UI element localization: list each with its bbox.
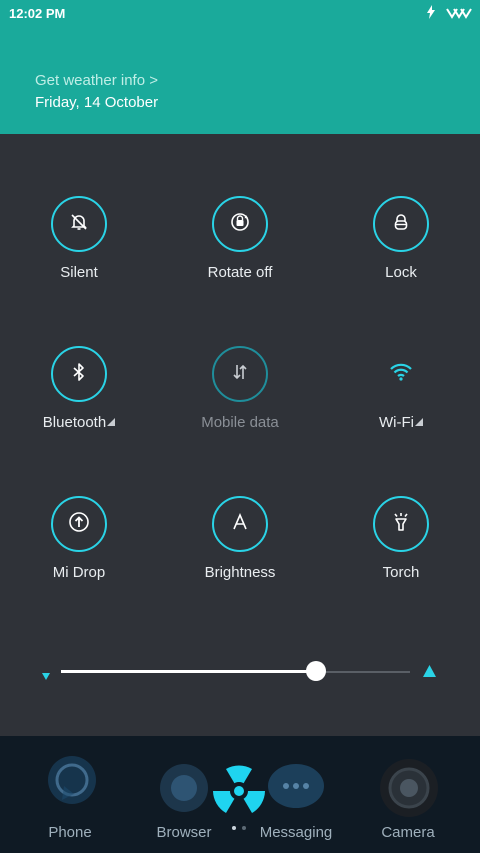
toggle-label: Wi-Fi — [326, 414, 476, 431]
toggle-mobile-data-button[interactable] — [212, 346, 268, 402]
brightness-low-icon — [42, 667, 50, 685]
toggle-torch-button[interactable] — [373, 496, 429, 552]
toggle-brightness-button[interactable] — [212, 496, 268, 552]
wifi-icon — [389, 362, 413, 387]
brightness-slider[interactable] — [0, 650, 480, 690]
toggle-label-text: Wi-Fi — [379, 414, 414, 431]
mobile-data-icon — [231, 362, 249, 387]
toggle-mi-drop[interactable]: Mi Drop — [4, 496, 154, 581]
toggle-label: Silent — [60, 264, 98, 281]
weather-info-link[interactable]: Get weather info > — [35, 72, 158, 89]
dock-label: Messaging — [259, 824, 333, 841]
toggle-rotate[interactable]: Rotate off — [165, 196, 315, 281]
brightness-high-icon — [423, 664, 436, 682]
dock-label: Camera — [381, 824, 435, 841]
date-text: Friday, 14 October — [35, 94, 159, 111]
page-dot — [242, 826, 246, 830]
toggle-silent[interactable]: Silent — [4, 196, 154, 281]
camera-app-icon[interactable] — [374, 748, 444, 818]
toggle-torch[interactable]: Torch — [326, 496, 476, 581]
toggle-lock-button[interactable] — [373, 196, 429, 252]
radiation-shortcut-icon[interactable] — [204, 756, 274, 826]
slider-fill — [61, 670, 316, 673]
toggle-lock[interactable]: Lock — [326, 196, 476, 281]
expand-triangle-icon[interactable] — [414, 418, 423, 426]
toggle-mi-drop-button[interactable] — [51, 496, 107, 552]
quick-settings-panel: Silent Rotate off Lock Bluetooth Mobile … — [0, 134, 480, 734]
toggle-brightness[interactable]: Brightness — [165, 496, 315, 581]
toggle-bluetooth[interactable]: Bluetooth — [4, 346, 154, 431]
lock-icon — [391, 212, 411, 237]
page-indicator — [232, 826, 246, 830]
status-icons — [426, 5, 472, 24]
rotate-lock-icon — [229, 211, 251, 238]
bell-off-icon — [69, 212, 89, 237]
toggle-wifi[interactable]: Wi-Fi — [326, 346, 476, 431]
toggle-label: Bluetooth — [4, 414, 154, 431]
toggle-label: Brightness — [204, 564, 276, 581]
toggle-label: Mobile data — [201, 414, 279, 431]
toggle-silent-button[interactable] — [51, 196, 107, 252]
toggle-label: Torch — [382, 564, 420, 581]
toggle-mobile-data[interactable]: Mobile data — [165, 346, 315, 431]
dock-label: Browser — [156, 824, 212, 841]
dock-label: Phone — [48, 824, 92, 841]
auto-brightness-icon — [231, 512, 249, 536]
battery-icon — [446, 6, 472, 24]
phone-app-icon[interactable] — [40, 748, 110, 818]
mi-drop-icon — [68, 511, 90, 538]
notification-header: 12:02 PM Get weather info > Friday, 14 O… — [0, 0, 480, 134]
status-time: 12:02 PM — [9, 6, 66, 21]
expand-triangle-icon[interactable] — [107, 418, 116, 426]
toggle-wifi-button[interactable] — [373, 346, 429, 402]
torch-icon — [391, 511, 411, 538]
toggle-label: Mi Drop — [52, 564, 106, 581]
toggle-label-text: Bluetooth — [42, 414, 107, 431]
toggle-label: Lock — [385, 264, 417, 281]
charging-icon — [426, 5, 436, 24]
toggle-bluetooth-button[interactable] — [51, 346, 107, 402]
slider-thumb[interactable] — [305, 661, 326, 681]
toggle-label: Rotate off — [207, 264, 273, 281]
page-dot-active — [232, 826, 236, 830]
toggle-rotate-button[interactable] — [212, 196, 268, 252]
bluetooth-icon — [71, 362, 87, 387]
